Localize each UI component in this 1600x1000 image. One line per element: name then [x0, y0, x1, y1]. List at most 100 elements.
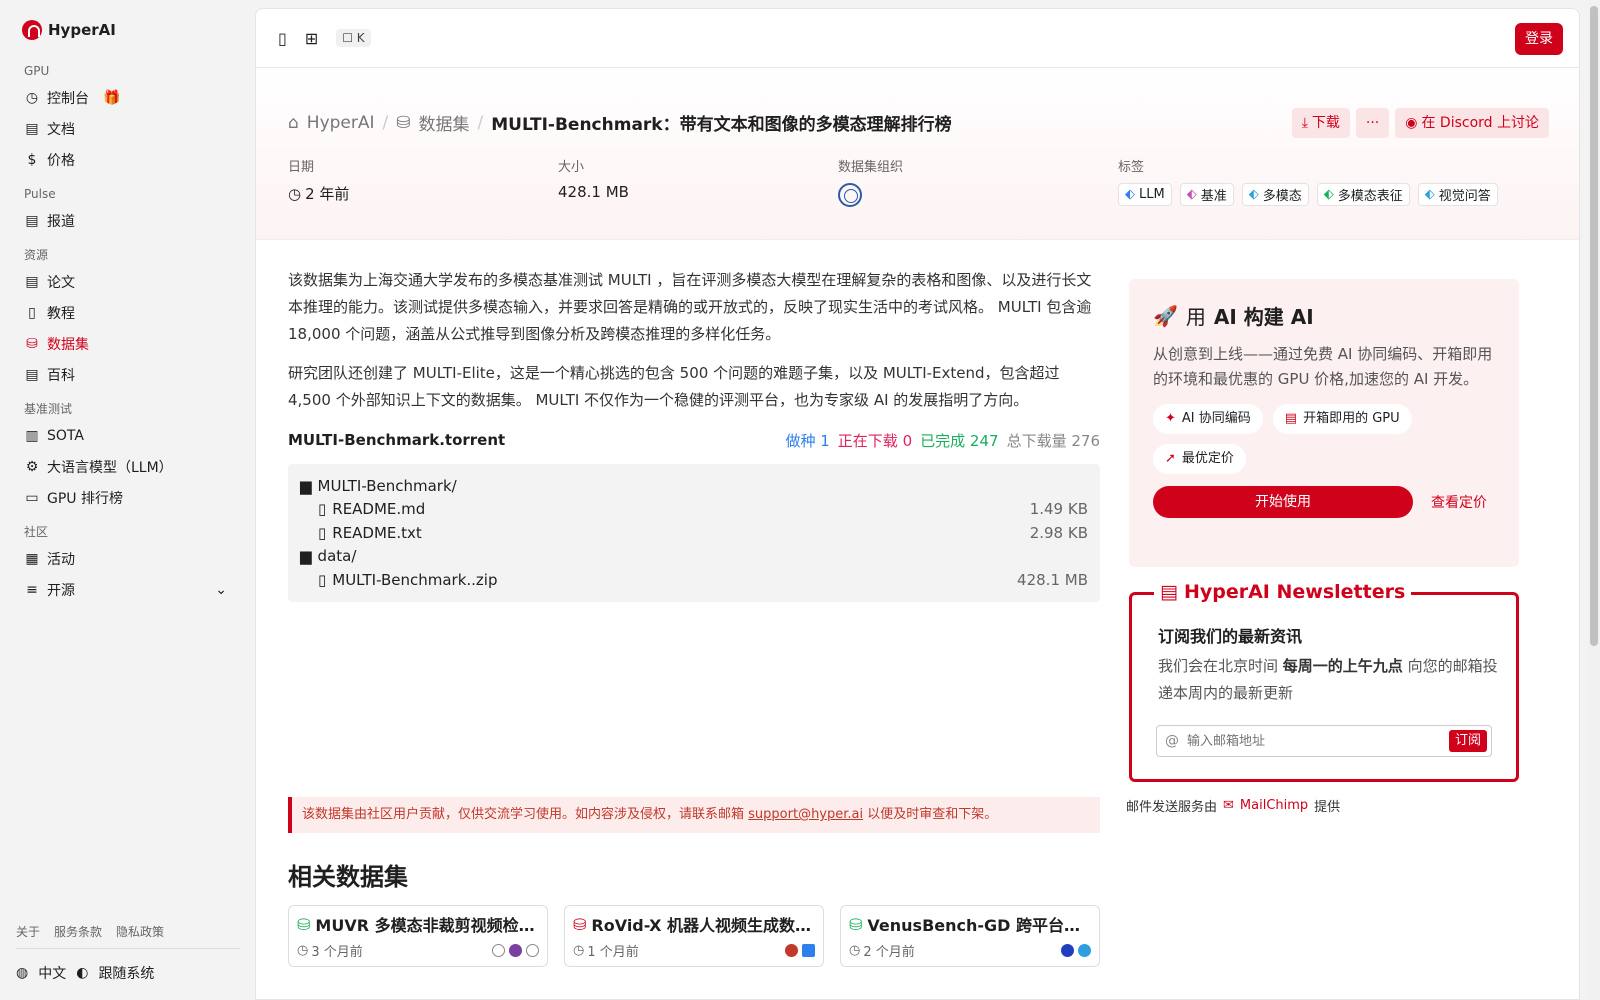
chip-icon: ⚙ — [25, 458, 39, 475]
bar-chart-icon: ▥ — [25, 427, 39, 444]
brand-name: HyperAI — [48, 21, 116, 39]
dataset-header: ⌂ HyperAI / ⛁ 数据集 / MULTI-Benchmark：带有文本… — [256, 68, 1579, 240]
support-email-link[interactable]: support@hyper.ai — [748, 807, 863, 822]
sidebar-item-label: 文档 — [47, 121, 75, 138]
sidebar-item-console[interactable]: ◷ 控制台 🎁 — [0, 82, 255, 113]
download-button[interactable]: ⤓ 下载 — [1291, 108, 1350, 138]
mailchimp-link[interactable]: MailChimp — [1240, 798, 1308, 813]
tag[interactable]: ⬖ LLM — [1118, 183, 1172, 206]
file-name: MULTI-Benchmark..zip — [332, 570, 498, 589]
sidebar-item-wiki[interactable]: ▤ 百科 — [0, 359, 255, 390]
footer-links: 关于 服务条款 隐私政策 — [16, 923, 164, 940]
discord-button[interactable]: ◉ 在 Discord 上讨论 — [1395, 108, 1549, 138]
sidebar-item-label: 价格 — [47, 152, 75, 169]
related-card-time: 2 个月前 — [863, 945, 915, 960]
related-card[interactable]: ⛁ RoVid-X 机器人视频生成数据集 ◷ 1 个月前 — [564, 905, 824, 967]
sidebar-item-pricing[interactable]: $ 价格 — [0, 144, 255, 175]
calendar-icon: ▦ — [25, 550, 39, 567]
meta-tags-label: 标签 — [1118, 160, 1145, 175]
torrent-title[interactable]: MULTI-Benchmark.torrent — [288, 431, 505, 449]
more-button[interactable]: ··· — [1355, 108, 1390, 138]
pricing-link[interactable]: 查看定价 — [1431, 492, 1487, 512]
meta-org-label: 数据集组织 — [838, 160, 904, 175]
sidebar-item-papers[interactable]: ▤ 论文 — [0, 266, 255, 297]
promo-chip: ➚ 最优定价 — [1153, 444, 1246, 474]
theme-select[interactable]: 跟随系统 — [98, 963, 154, 983]
clock-icon: ◷ — [297, 943, 309, 958]
search-shortcut[interactable]: ☐ K — [336, 29, 371, 47]
sidebar-item-tutorials[interactable]: ▯ 教程 — [0, 297, 255, 328]
clock-icon: ◷ — [573, 943, 585, 958]
tag[interactable]: ⬖ 基准 — [1179, 183, 1234, 206]
email-input[interactable] — [1187, 733, 1449, 749]
breadcrumb-separator: / — [477, 112, 484, 133]
login-button[interactable]: 登录 — [1515, 23, 1563, 55]
shortcut-key: K — [356, 31, 365, 45]
tag[interactable]: ⬖ 视觉问答 — [1417, 183, 1498, 206]
sidebar-item-sota[interactable]: ▥ SOTA — [0, 420, 255, 451]
apps-icon[interactable]: ⊞ — [305, 29, 318, 48]
sidebar-item-events[interactable]: ▦ 活动 — [0, 543, 255, 574]
sidebar-item-label: 控制台 — [47, 90, 89, 107]
main-panel: ▯ ⊞ ☐ K 登录 ⌂ HyperAI / ⛁ 数据集 / MULTI-Ben… — [255, 8, 1580, 1000]
mail-icon: ✉ — [1223, 798, 1234, 813]
tag[interactable]: ⬖ 多模态表征 — [1316, 183, 1410, 206]
breadcrumb-section[interactable]: 数据集 — [419, 110, 470, 135]
notice-text: 该数据集由社区用户贡献，仅供交流学习使用。如内容涉及侵权，请联系邮箱 — [302, 807, 745, 822]
nav-section-benchmark: 基准测试 — [24, 402, 73, 416]
promo-title: 🚀 用 AI 构建 AI — [1153, 301, 1495, 330]
globe-icon: ◍ — [16, 965, 29, 981]
sidebar-item-llm[interactable]: ⚙ 大语言模型（LLM） — [0, 451, 255, 482]
footer-link-about[interactable]: 关于 — [16, 923, 40, 940]
file-size: 1.49 KB — [1029, 500, 1088, 519]
org-logo[interactable] — [838, 183, 862, 207]
subscribe-button[interactable]: 订阅 — [1448, 730, 1487, 752]
page-title: MULTI-Benchmark：带有文本和图像的多模态理解排行榜 — [491, 115, 952, 135]
logo[interactable]: HyperAI — [22, 20, 116, 40]
doc-icon: ▤ — [25, 120, 39, 137]
scrollbar[interactable] — [1588, 0, 1600, 1000]
file-row[interactable]: ▆ MULTI-Benchmark/ — [300, 474, 1088, 498]
tag-label: 多模态 — [1262, 189, 1302, 204]
org-icon — [526, 944, 539, 957]
sidebar-item-docs[interactable]: ▤ 文档 — [0, 113, 255, 144]
tag[interactable]: ⬖ 多模态 — [1241, 183, 1309, 206]
file-row[interactable]: ▯ README.md 1.49 KB — [300, 498, 1088, 522]
promo-title-prefix: 用 — [1185, 305, 1206, 329]
promo-text: 从创意到上线——通过免费 AI 协同编码、开箱即用的环境和最优惠的 GPU 价格… — [1153, 345, 1493, 388]
breadcrumb-home[interactable]: HyperAI — [307, 113, 375, 133]
related-card-title: RoVid-X 机器人视频生成数据集 — [591, 916, 815, 935]
meta-size: 大小 428.1 MB — [558, 156, 838, 207]
sidebar-item-datasets[interactable]: ⛁ 数据集 — [0, 328, 255, 359]
server-icon: ▤ — [1284, 411, 1298, 426]
newsletter-text-b: 每周一的上午九点 — [1282, 657, 1403, 675]
file-row[interactable]: ▆ data/ — [300, 545, 1088, 569]
header-actions: ⤓ 下载 ··· ◉ 在 Discord 上讨论 — [1291, 108, 1549, 138]
at-icon: @ — [1165, 733, 1179, 749]
promo-chip: ▤ 开箱即用的 GPU — [1272, 404, 1412, 434]
wiki-icon: ▤ — [25, 366, 39, 383]
hyperai-logo-icon — [22, 20, 42, 40]
sidebar-item-label: 活动 — [47, 551, 75, 568]
file-row[interactable]: ▯ README.txt 2.98 KB — [300, 521, 1088, 545]
list-icon: ≡ — [26, 581, 38, 598]
rocket-icon: ➚ — [1165, 451, 1176, 466]
tag-icon: ⬖ — [1248, 187, 1259, 202]
sidebar-item-opensource[interactable]: ≡ 开源 ⌄ — [0, 574, 255, 605]
sidebar-item-news[interactable]: ▤ 报道 — [0, 205, 255, 236]
scrollbar-thumb[interactable] — [1590, 6, 1598, 646]
sidebar-item-gpu-rank[interactable]: ▭ GPU 排行榜 — [0, 482, 255, 513]
sidebar-item-label: SOTA — [47, 427, 84, 444]
footer-link-terms[interactable]: 服务条款 — [54, 923, 102, 940]
related-card[interactable]: ⛁MUVR 多模态非裁剪视频检索基准 ◷3 个月前 — [288, 905, 548, 967]
start-button[interactable]: 开始使用 — [1153, 486, 1413, 518]
mail-provider: 邮件发送服务由 ✉ MailChimp 提供 — [1126, 796, 1340, 815]
newsletter-text-a: 我们会在北京时间 — [1158, 657, 1279, 675]
file-row[interactable]: ▯ MULTI-Benchmark..zip 428.1 MB — [300, 568, 1088, 592]
related-card[interactable]: ⛁VenusBench-GD 跨平台界面定位基准 ◷2 个月前 — [840, 905, 1100, 967]
sidebar-toggle-icon[interactable]: ▯ — [278, 29, 287, 48]
language-select[interactable]: 中文 — [38, 963, 66, 983]
file-icon: ▯ — [318, 570, 327, 589]
footer-link-privacy[interactable]: 隐私政策 — [116, 923, 164, 940]
sidebar-item-label: 开源 — [47, 582, 75, 599]
